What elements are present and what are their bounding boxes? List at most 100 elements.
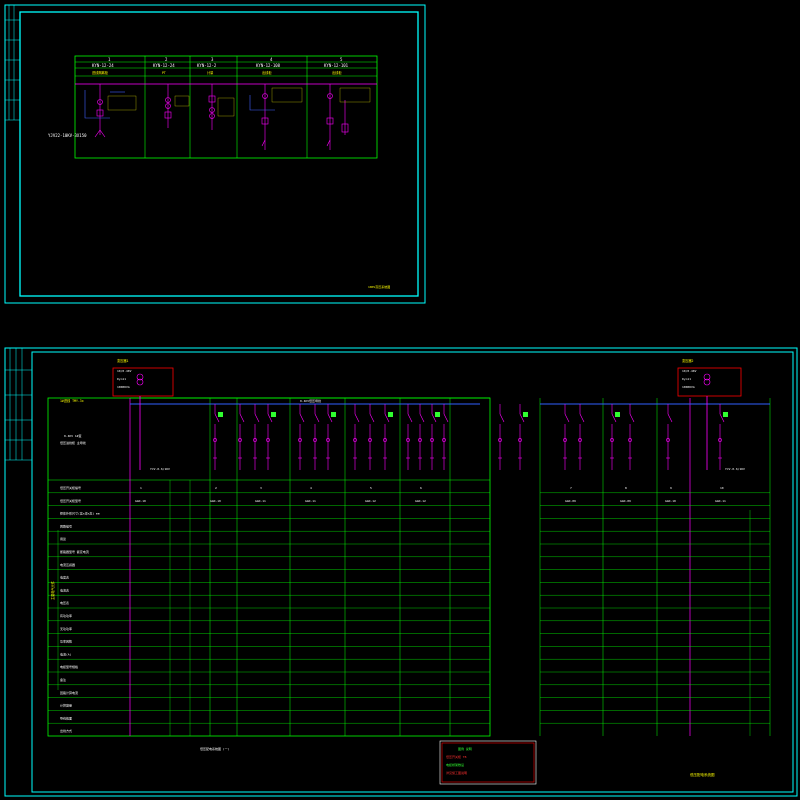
feeder-switch <box>442 404 449 470</box>
incoming-note-a: 0.4KV 1#变 <box>64 433 81 438</box>
bottom-outer-frame <box>4 347 798 797</box>
top-col-role-1: 进线隔离柜 <box>92 70 109 75</box>
column-model: GGD-10 <box>135 499 146 503</box>
column-number: 9 <box>670 486 672 490</box>
transformer-left-line-1: 10/0.4KV <box>117 369 132 373</box>
row-label: 回路计算电流 <box>60 690 78 695</box>
feeder-switch <box>406 404 413 470</box>
breaker-marker <box>435 412 440 417</box>
breaker-marker <box>271 412 276 417</box>
row-label: 无功功率 <box>60 626 72 631</box>
column-number: 1 <box>140 486 142 490</box>
right-table <box>539 398 771 736</box>
row-label: 计算容量 <box>60 703 72 708</box>
column-number: 10 <box>720 486 724 490</box>
row-labels: 低压开关柜编号低压开关柜型号柜体外形尺寸(宽x深x高) mm 回路编号用途断路器型… <box>60 485 100 733</box>
top-col-role-2: PT <box>162 71 166 75</box>
main-table <box>47 397 491 737</box>
top-bottom-note: YJV22-10KV-3X150 <box>48 133 87 138</box>
top-sheet: 1 KYN-12-24 进线隔离柜 2 KYN-12-24 PT 3 KYN-1… <box>4 4 426 304</box>
top-col-model-5: KYN-12-101 <box>324 63 349 68</box>
column-model: GGD-10 <box>210 499 221 503</box>
legend-box: 图例 说明 低压开关柜 TB 电缆桥架敷设 详见施工图说明 <box>439 740 537 785</box>
feeder-switch <box>298 404 305 470</box>
top-title-label: 10KV高压系统图 <box>368 284 390 289</box>
bus-main-label: 0.4KV低压母线 <box>300 398 321 403</box>
bottom-note: 低压配电系统图 (一) <box>200 746 230 751</box>
feeder-bottom-label-right: YJV-0.6/1KV <box>725 467 745 471</box>
bottom-sheet: 变压器1 10/0.4KV Dyn11 1000KVA 变压器2 10/0.4K… <box>4 347 798 797</box>
row-label: 电度表 <box>60 575 69 580</box>
legend-line-3: 详见施工图说明 <box>446 770 467 775</box>
feeder-bottom-label: YJV-0.6/1KV <box>150 467 170 471</box>
top-col-model-1: KYN-12-24 <box>92 63 114 68</box>
row-label: 有功功率 <box>60 613 72 618</box>
top-col-num-4: 4 <box>270 57 273 62</box>
breaker-marker <box>723 412 728 417</box>
row-label: 出线方式 <box>60 728 72 733</box>
bottom-left-strip <box>5 348 32 461</box>
top-col-model-3: KYN-12-2 <box>197 63 217 68</box>
feeder-switch <box>313 404 320 470</box>
transformer-right-line-3: 1000KVA <box>682 385 695 389</box>
row-label: 导线截面 <box>60 715 72 720</box>
breaker-marker <box>615 412 620 417</box>
side-label: 主要电气元件 <box>50 580 55 600</box>
column-number: 7 <box>570 486 572 490</box>
row-label: 回路编号 <box>60 523 72 528</box>
row-label: 断路器型号 额定电流 <box>60 549 89 554</box>
sheet-title: 低压配电系统图 <box>690 772 715 777</box>
feeder-switch <box>563 404 570 470</box>
top-col-num-3: 3 <box>211 57 214 62</box>
top-inner-frame <box>19 11 419 297</box>
breaker-marker <box>331 412 336 417</box>
column-number: 5 <box>370 486 372 490</box>
top-col-role-5: 出线柜 <box>332 70 342 75</box>
top-col-role-3: 计量 <box>207 70 214 75</box>
top-col-num-1: 1 <box>108 57 111 62</box>
feeder-switch <box>628 404 635 470</box>
column-number: 6 <box>420 486 422 490</box>
row-label: 电缆型号规格 <box>60 664 78 669</box>
top-left-strip <box>5 5 20 121</box>
row-label: 电流互感器 <box>60 562 75 567</box>
feeder-switch <box>418 404 425 470</box>
column-number: 2 <box>215 486 217 490</box>
row-label: 用途 <box>60 536 66 541</box>
column-model: GGD-10 <box>665 499 676 503</box>
transformer-left-title: 变压器1 <box>117 358 129 363</box>
breaker-marker <box>218 412 223 417</box>
feeder-switch <box>578 404 585 470</box>
row-label: 低压开关柜型号 <box>60 498 81 503</box>
row-label: 柜体外形尺寸(宽x深x高) mm <box>60 511 100 516</box>
top-outer-frame <box>4 4 426 304</box>
top-schematic <box>94 84 349 150</box>
feeder-switch <box>666 404 673 470</box>
cad-drawing: 1 KYN-12-24 进线隔离柜 2 KYN-12-24 PT 3 KYN-1… <box>4 4 798 797</box>
top-col-num-2: 2 <box>165 57 168 62</box>
transformer-left: 变压器1 10/0.4KV Dyn11 1000KVA <box>112 358 174 397</box>
bus-label: 1#进线 TMY-3x <box>60 398 84 403</box>
bottom-inner-frame <box>31 351 794 793</box>
feeder-switch <box>353 404 360 470</box>
row-label: 电流表 <box>60 587 69 592</box>
transformer-left-line-3: 1000KVA <box>117 385 130 389</box>
legend-title: 图例 说明 <box>458 746 472 751</box>
row-label: 电压表 <box>60 600 69 605</box>
incoming-note-b: 低压进线柜 主母线 <box>60 440 86 445</box>
top-col-role-4: 出线柜 <box>262 70 272 75</box>
row-label: 功率因数 <box>60 639 72 644</box>
top-schematic-text <box>107 87 371 117</box>
feeder-switch <box>253 404 260 470</box>
feeder-switch <box>498 404 505 470</box>
row-label: 低压开关柜编号 <box>60 485 81 490</box>
column-model: GGD-11 <box>715 499 726 503</box>
row-label: 电流(A) <box>60 651 72 656</box>
column-number: 4 <box>310 486 312 490</box>
feeder-switch <box>368 404 375 470</box>
feeder-switch <box>238 404 245 470</box>
column-model: GGD-12 <box>415 499 426 503</box>
column-number: 8 <box>625 486 627 490</box>
legend-line-2: 电缆桥架敷设 <box>446 762 464 767</box>
legend-line-1: 低压开关柜 TB <box>446 754 467 759</box>
